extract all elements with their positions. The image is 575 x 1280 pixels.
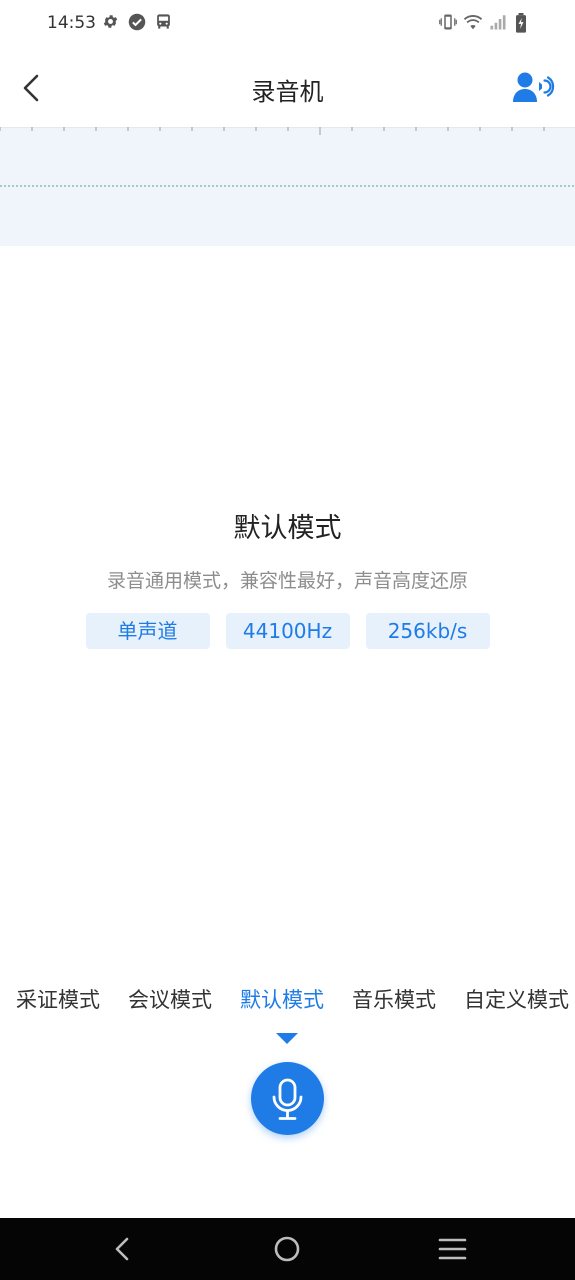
mode-item-evidence[interactable]: 采证模式: [16, 984, 100, 1014]
status-bar: 14:53: [0, 0, 575, 48]
selected-mode-indicator: [276, 1033, 298, 1044]
mode-selector: 采证模式 会议模式 默认模式 音乐模式 自定义模式: [0, 984, 575, 1020]
microphone-icon: [272, 1078, 303, 1120]
bus-icon: [157, 14, 170, 29]
system-nav-bar: [0, 1218, 575, 1280]
waveform-ruler: [0, 126, 575, 187]
mode-tags: 单声道 44100Hz 256kb/s: [0, 613, 575, 649]
status-time: 14:53: [47, 13, 96, 33]
wifi-icon: [463, 15, 483, 30]
signal-icon: [490, 15, 506, 30]
voice-person-icon[interactable]: [510, 68, 556, 108]
nav-home-icon[interactable]: [252, 1218, 322, 1280]
page-title: 录音机: [251, 78, 324, 106]
record-button[interactable]: [251, 1062, 324, 1135]
mode-item-meeting[interactable]: 会议模式: [128, 984, 212, 1014]
mode-item-music[interactable]: 音乐模式: [352, 984, 436, 1014]
tag-sample-rate: 44100Hz: [225, 613, 350, 649]
nav-menu-icon[interactable]: [418, 1218, 488, 1280]
vibrate-icon: [439, 14, 457, 30]
tag-channel: 单声道: [85, 613, 210, 649]
waveform-panel: [0, 126, 575, 246]
mode-item-custom[interactable]: 自定义模式: [464, 984, 569, 1014]
nav-back-icon[interactable]: [87, 1218, 157, 1280]
check-circle-icon: [128, 13, 146, 31]
app-header: 录音机: [0, 48, 575, 128]
tag-bitrate: 256kb/s: [365, 613, 490, 649]
mode-description: 录音通用模式，兼容性最好，声音高度还原: [106, 570, 468, 592]
settings-icon: [103, 15, 118, 28]
mode-title: 默认模式: [233, 513, 342, 544]
mode-item-default[interactable]: 默认模式: [240, 984, 324, 1014]
battery-charging-icon: [516, 13, 526, 33]
